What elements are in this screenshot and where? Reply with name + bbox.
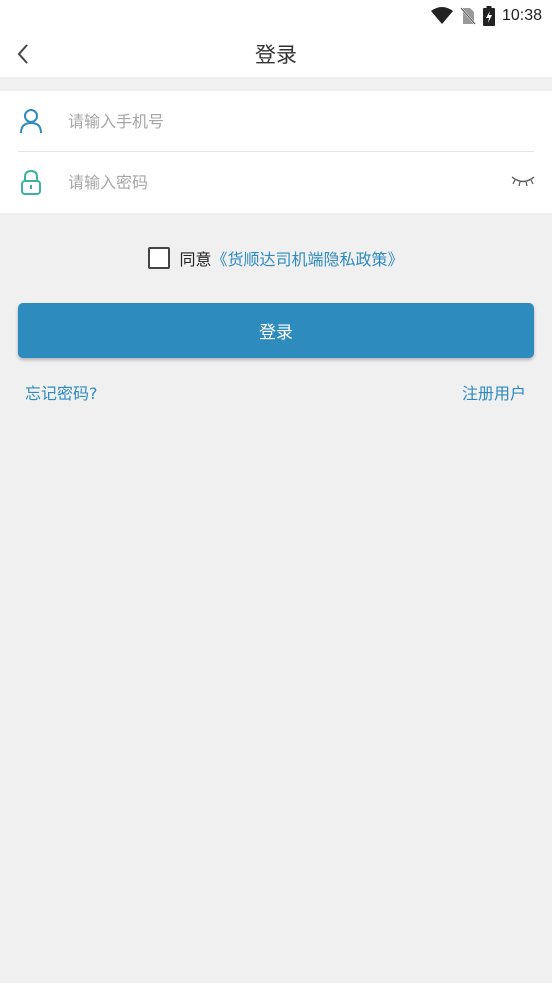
agree-checkbox[interactable] bbox=[148, 247, 171, 269]
agreement-row: 同意 《货顺达司机端隐私政策》 bbox=[0, 243, 552, 273]
phone-row bbox=[18, 91, 534, 152]
no-sim-icon bbox=[460, 6, 476, 25]
auth-links: 忘记密码? 注册用户 bbox=[0, 380, 552, 404]
login-button[interactable]: 登录 bbox=[18, 303, 534, 358]
battery-charging-icon bbox=[482, 5, 495, 26]
agree-label: 同意 bbox=[179, 250, 212, 269]
phone-input[interactable] bbox=[68, 111, 534, 131]
header-separator bbox=[0, 77, 552, 91]
status-bar: 10:38 bbox=[0, 0, 552, 31]
password-row bbox=[18, 152, 536, 213]
register-link[interactable]: 注册用户 bbox=[462, 380, 526, 404]
lock-icon bbox=[18, 169, 44, 196]
privacy-policy-link[interactable]: 《货顺达司机端隐私政策》 bbox=[212, 246, 404, 270]
login-form bbox=[0, 91, 552, 213]
app-bar: 登录 bbox=[0, 31, 552, 77]
clock-time: 10:38 bbox=[501, 6, 542, 24]
user-icon bbox=[18, 108, 44, 134]
page-title: 登录 bbox=[255, 43, 297, 67]
forgot-password-link[interactable]: 忘记密码? bbox=[25, 380, 98, 404]
chevron-left-icon bbox=[17, 44, 28, 64]
back-button[interactable] bbox=[8, 39, 38, 69]
wifi-icon bbox=[430, 6, 453, 24]
password-input[interactable] bbox=[68, 173, 534, 192]
eye-closed-icon[interactable] bbox=[510, 172, 536, 192]
